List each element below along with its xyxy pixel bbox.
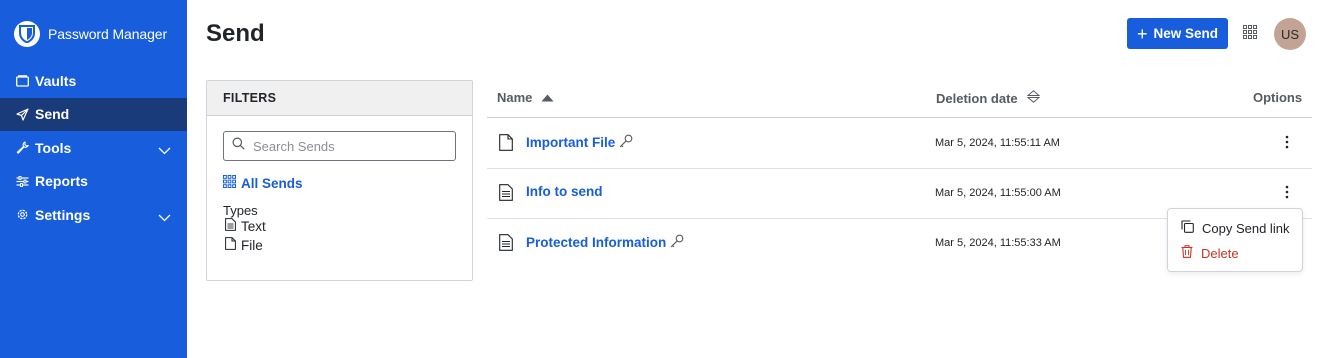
sidebar-nav: Vaults Send Tools Reports Settings	[0, 64, 187, 232]
avatar-initials: US	[1280, 26, 1300, 42]
options-menu: Copy Send link Delete	[1167, 208, 1303, 272]
copy-icon	[1181, 220, 1194, 236]
sidebar-item-label: Send	[35, 106, 70, 123]
grid-icon	[223, 175, 236, 191]
send-name-link[interactable]: Info to send	[526, 184, 603, 199]
file-icon	[499, 134, 513, 152]
search-field[interactable]	[223, 131, 456, 161]
copy-send-link-menu-item[interactable]: Copy Send link	[1181, 220, 1289, 236]
filters-title: FILTERS	[207, 81, 472, 116]
brand[interactable]: Password Manager	[14, 21, 167, 47]
chevron-down-icon[interactable]	[158, 142, 171, 158]
wrench-icon	[15, 141, 29, 155]
delete-menu-item[interactable]: Delete	[1181, 245, 1239, 261]
sidebar: Password Manager Vaults Send Tools Repor…	[0, 0, 187, 358]
file-icon	[225, 237, 236, 253]
send-name-link[interactable]: Protected Information	[526, 234, 684, 251]
filters-panel: FILTERS All Sends Types	[206, 80, 473, 281]
all-sends-filter[interactable]: All Sends	[223, 175, 303, 191]
delete-label: Delete	[1201, 245, 1239, 261]
deletion-date: Mar 5, 2024, 11:55:33 AM	[935, 237, 1061, 249]
search-icon	[232, 137, 245, 155]
sidebar-item-label: Settings	[35, 206, 91, 223]
send-name: Protected Information	[526, 235, 667, 250]
sort-icon	[1026, 90, 1040, 106]
copy-send-link-label: Copy Send link	[1202, 220, 1290, 236]
deletion-date: Mar 5, 2024, 11:55:11 AM	[935, 137, 1060, 149]
page-title: Send	[206, 20, 265, 47]
key-icon	[619, 134, 633, 151]
text-file-icon	[225, 218, 236, 234]
sidebar-item-reports[interactable]: Reports	[0, 165, 187, 199]
column-name-label: Name	[497, 90, 533, 105]
type-filter-file[interactable]: File	[225, 237, 263, 253]
sidebar-item-settings[interactable]: Settings	[0, 198, 187, 232]
text-file-icon	[499, 184, 513, 202]
sidebar-item-label: Reports	[35, 173, 88, 190]
chevron-down-icon[interactable]	[158, 209, 171, 225]
row-divider	[487, 168, 1312, 169]
types-label: Types	[223, 203, 258, 218]
vault-icon	[15, 74, 29, 88]
text-file-icon	[499, 234, 513, 252]
sidebar-item-tools[interactable]: Tools	[0, 131, 187, 165]
new-send-button[interactable]: + New Send	[1127, 18, 1228, 49]
trash-icon	[1181, 245, 1193, 261]
shield-logo-icon	[14, 21, 40, 47]
column-header-name[interactable]: Name	[497, 90, 554, 105]
options-kebab-icon[interactable]	[1281, 134, 1293, 150]
sliders-icon	[15, 174, 29, 188]
sidebar-item-send[interactable]: Send	[0, 97, 187, 131]
column-header-options: Options	[1253, 90, 1303, 105]
plus-icon: +	[1136, 23, 1148, 44]
brand-label: Password Manager	[48, 26, 168, 42]
gear-icon	[15, 208, 29, 222]
sidebar-item-label: Tools	[35, 139, 72, 156]
sort-asc-icon	[541, 90, 554, 105]
type-filter-text[interactable]: Text	[225, 218, 266, 234]
type-label: File	[241, 237, 263, 253]
column-deletion-date-label: Deletion date	[936, 90, 1018, 106]
new-send-label: New Send	[1153, 26, 1219, 41]
table-header-divider	[487, 117, 1312, 118]
type-label: Text	[241, 218, 266, 234]
column-header-deletion-date[interactable]: Deletion date	[936, 90, 1040, 106]
send-name-link[interactable]: Important File	[526, 134, 633, 151]
send-name: Info to send	[526, 184, 603, 199]
deletion-date: Mar 5, 2024, 11:55:00 AM	[935, 187, 1061, 199]
sidebar-item-vaults[interactable]: Vaults	[0, 64, 187, 98]
send-name: Important File	[526, 135, 616, 150]
avatar[interactable]: US	[1274, 18, 1306, 50]
sidebar-item-label: Vaults	[35, 72, 77, 89]
search-input[interactable]	[253, 138, 443, 154]
app-root: Password Manager Vaults Send Tools Repor…	[0, 0, 1329, 358]
app-switcher-grid-icon[interactable]	[1243, 25, 1259, 41]
all-sends-label: All Sends	[241, 175, 303, 191]
key-icon	[670, 234, 684, 251]
send-icon	[15, 107, 29, 121]
options-kebab-icon[interactable]	[1281, 184, 1293, 200]
